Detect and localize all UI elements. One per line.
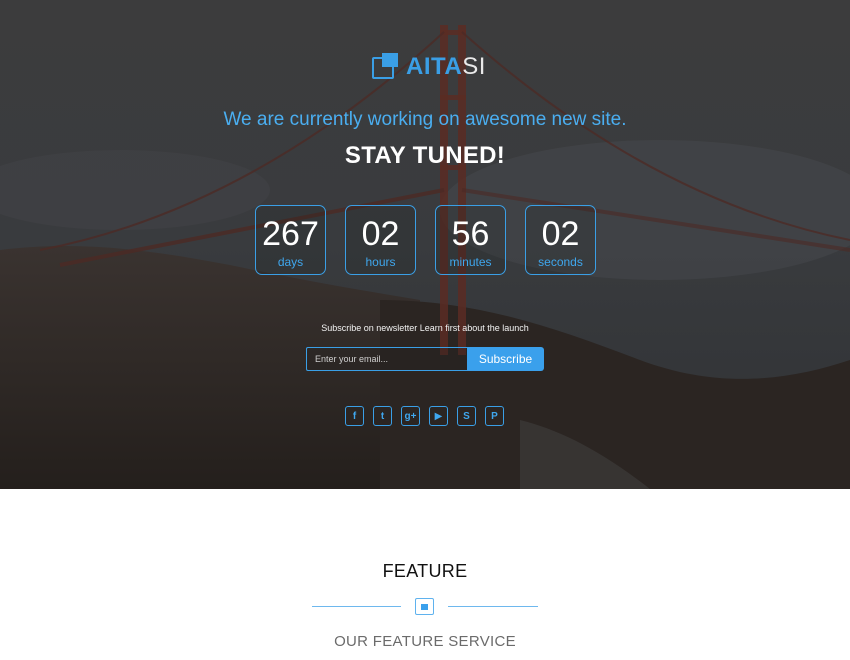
- brand-logo[interactable]: AITASI: [372, 52, 486, 82]
- feature-title: FEATURE: [382, 561, 468, 581]
- countdown-value: 02: [361, 215, 400, 253]
- newsletter-text: Subscribe on newsletter Learn first abou…: [321, 323, 529, 333]
- social-links: f t g+ ▶ S P: [345, 406, 504, 426]
- countdown-label: days: [277, 255, 304, 269]
- countdown-timer: 267 days 02 hours 56 minutes 02 seconds: [255, 205, 596, 275]
- countdown-label: seconds: [538, 255, 583, 269]
- countdown-value: 56: [451, 215, 490, 253]
- youtube-icon[interactable]: ▶: [429, 406, 448, 426]
- divider-line-right: [448, 606, 538, 607]
- facebook-icon[interactable]: f: [345, 406, 364, 426]
- hero-section: AITASI We are currently working on aweso…: [0, 0, 850, 489]
- gift-icon: [415, 598, 434, 615]
- countdown-value: 02: [541, 215, 580, 253]
- countdown-label: hours: [365, 255, 396, 269]
- newsletter-form: Enter your email... Subscribe: [306, 347, 544, 371]
- divider-line-left: [312, 606, 401, 607]
- countdown-minutes: 56 minutes: [435, 205, 506, 275]
- skype-icon[interactable]: S: [457, 406, 476, 426]
- logo-secondary-text: SI: [462, 53, 486, 80]
- email-input[interactable]: Enter your email...: [306, 347, 467, 371]
- countdown-hours: 02 hours: [345, 205, 416, 275]
- countdown-value: 267: [262, 215, 319, 253]
- countdown-label: minutes: [449, 255, 492, 269]
- twitter-icon[interactable]: t: [373, 406, 392, 426]
- subscribe-button[interactable]: Subscribe: [467, 347, 544, 371]
- countdown-days: 267 days: [255, 205, 326, 275]
- countdown-seconds: 02 seconds: [525, 205, 596, 275]
- pinterest-icon[interactable]: P: [485, 406, 504, 426]
- logo-primary-text: AITA: [406, 53, 463, 80]
- logo-mark-icon: [372, 53, 400, 81]
- logo-text: AITASI: [406, 53, 486, 81]
- feature-subtitle: OUR FEATURE SERVICE: [334, 633, 516, 650]
- hero-headline: STAY TUNED!: [344, 142, 506, 169]
- hero-tagline: We are currently working on awesome new …: [223, 109, 627, 130]
- google-plus-icon[interactable]: g+: [401, 406, 420, 426]
